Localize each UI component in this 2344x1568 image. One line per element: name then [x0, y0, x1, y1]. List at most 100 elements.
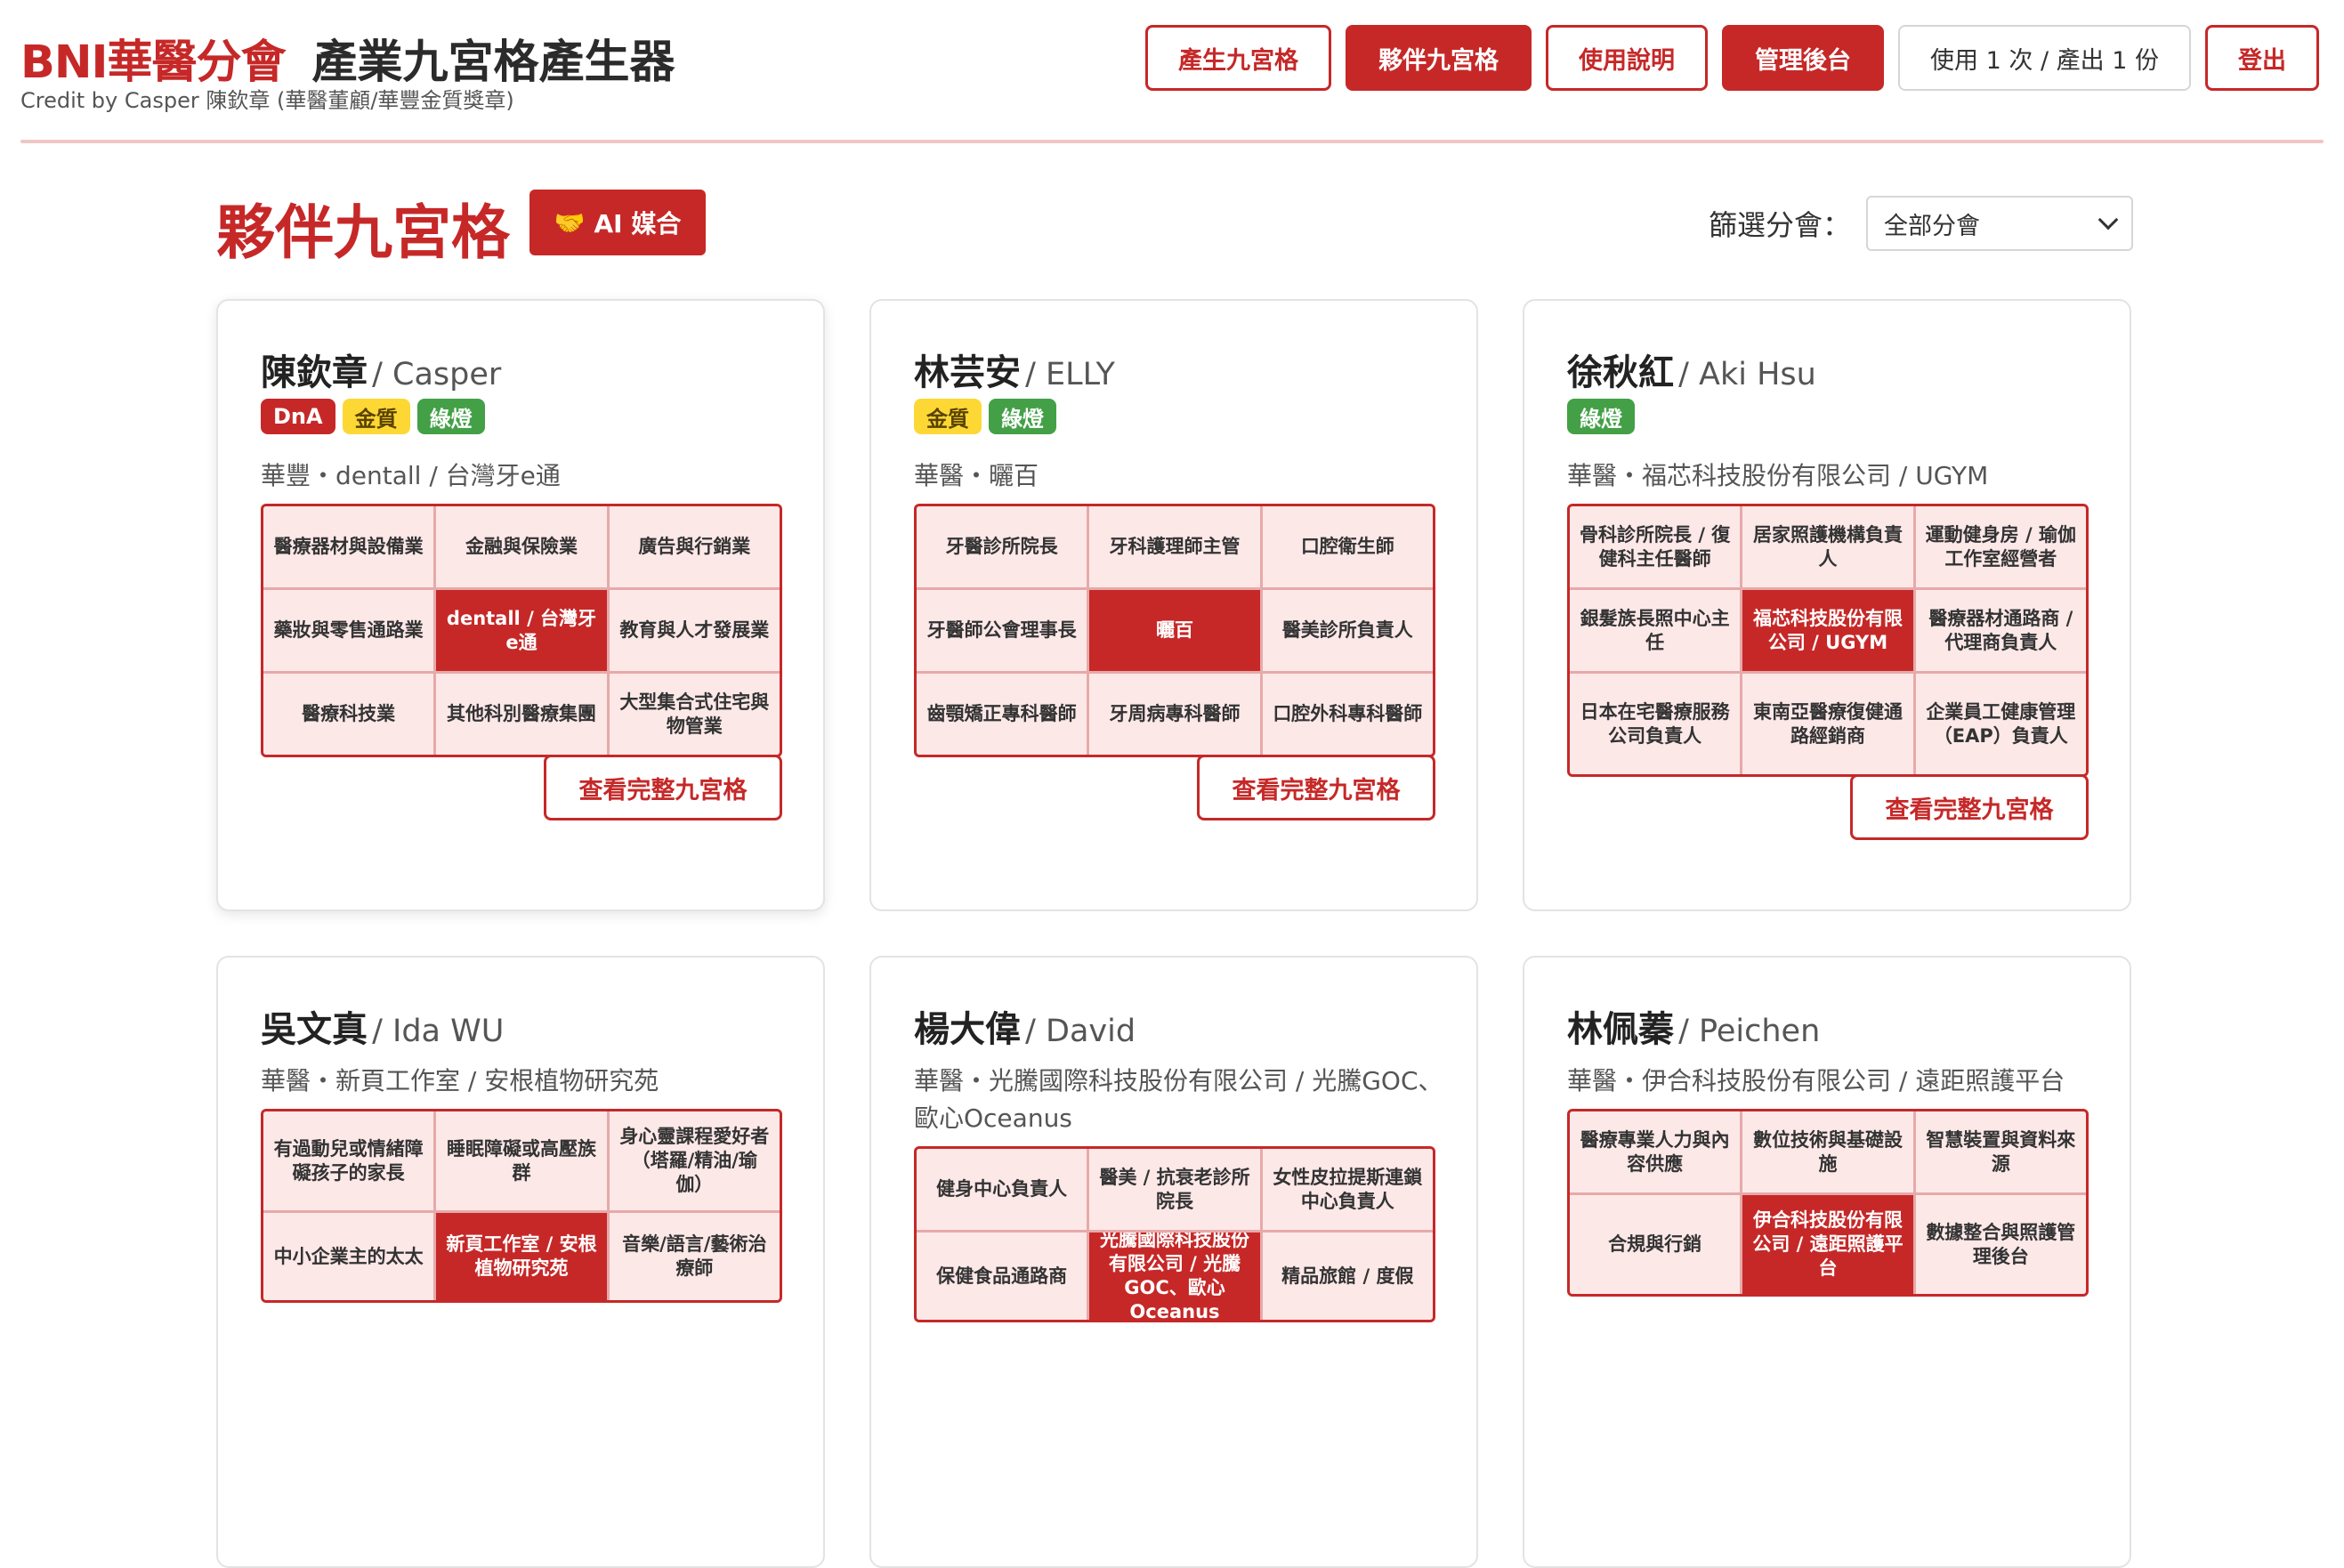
name-zh: 林佩蓁	[1567, 1009, 1674, 1050]
grid-cell: 骨科診所院長 / 復健科主任醫師	[1570, 506, 1741, 587]
grid-cell: 女性皮拉提斯連鎖中心負責人	[1262, 1149, 1433, 1230]
grid-cell: 醫美診所負責人	[1262, 590, 1433, 671]
partner-name: 楊大偉 / David	[914, 1000, 1136, 1052]
chapter-filter-select[interactable]: 全部分會	[1866, 196, 2133, 251]
grid-cell: 醫美 / 抗衰老診所院長	[1089, 1149, 1260, 1230]
name-en: / ELLY	[1025, 357, 1115, 392]
nine-grid: 醫療器材與設備業 金融與保險業 廣告與行銷業 藥妝與零售通路業 dentall …	[261, 504, 782, 757]
badge-row: 金質 綠燈	[914, 399, 1056, 434]
grid-cell: 大型集合式住宅與物管業	[609, 674, 780, 755]
grid-cell: 音樂/語言/藝術治療師	[609, 1213, 780, 1300]
grid-cell: 智慧裝置與資料來源	[1915, 1111, 2086, 1192]
name-en: / Ida WU	[372, 1014, 505, 1049]
affiliation: 華醫・曬百	[914, 461, 1039, 490]
name-zh: 吳文真	[261, 1009, 368, 1050]
badge-row: 綠燈	[1567, 399, 1635, 434]
grid-cell: 醫療器材與設備業	[263, 506, 434, 587]
brand-name[interactable]: BNI華醫分會	[20, 36, 287, 89]
grid-center-cell: 新頁工作室 / 安根植物研究苑	[436, 1213, 607, 1300]
badge-gold: 金質	[342, 399, 410, 434]
partner-grid-button[interactable]: 夥伴九宮格	[1346, 25, 1532, 91]
grid-cell: 企業員工健康管理（EAP）負責人	[1915, 674, 2086, 774]
name-zh: 林芸安	[914, 352, 1021, 393]
partner-card: 吳文真 / Ida WU 華醫・新頁工作室 / 安根植物研究苑 有過動兒或情緒障…	[216, 956, 825, 1568]
grid-cell: 醫療器材通路商 / 代理商負責人	[1915, 590, 2086, 671]
header-divider	[20, 140, 2324, 143]
grid-cell: 保健食品通路商	[917, 1233, 1087, 1320]
nine-grid: 牙醫診所院長 牙科護理師主管 口腔衛生師 牙醫師公會理事長 曬百 醫美診所負責人…	[914, 504, 1435, 757]
badge-gold: 金質	[914, 399, 982, 434]
partner-name: 徐秋紅 / Aki Hsu	[1567, 344, 1816, 395]
grid-cell: 銀髮族長照中心主任	[1570, 590, 1741, 671]
name-zh: 陳欽章	[261, 352, 368, 393]
partner-card: 楊大偉 / David 華醫・光騰國際科技股份有限公司 / 光騰GOC、歐心Oc…	[869, 956, 1478, 1568]
nine-grid: 骨科診所院長 / 復健科主任醫師 居家照護機構負責人 運動健身房 / 瑜伽工作室…	[1567, 504, 2089, 777]
grid-center-cell: 福芯科技股份有限公司 / UGYM	[1742, 590, 1913, 671]
partner-card: 林芸安 / ELLY 金質 綠燈 華醫・曬百 牙醫診所院長 牙科護理師主管 口腔…	[869, 299, 1478, 911]
partner-card: 徐秋紅 / Aki Hsu 綠燈 華醫・福芯科技股份有限公司 / UGYM 骨科…	[1523, 299, 2131, 911]
view-full-grid-button[interactable]: 查看完整九宮格	[1197, 755, 1435, 820]
ai-match-button[interactable]: 🤝 AI 媒合	[529, 190, 706, 255]
app-title: 產業九宮格產生器	[311, 36, 675, 89]
name-en: / Peichen	[1678, 1014, 1821, 1049]
partner-name: 吳文真 / Ida WU	[261, 1000, 504, 1052]
grid-center-cell: 伊合科技股份有限公司 / 遠距照護平台	[1742, 1195, 1913, 1294]
credit-line: Credit by Casper 陳欽章 (華醫董顧/華豐金質獎章)	[20, 88, 514, 113]
badge-green-light: 綠燈	[989, 399, 1056, 434]
view-full-grid-button[interactable]: 查看完整九宮格	[1850, 774, 2089, 840]
app-header: BNI華醫分會 產業九宮格產生器 Credit by Casper 陳欽章 (華醫…	[0, 0, 2344, 147]
grid-cell: 牙周病專科醫師	[1089, 674, 1260, 755]
grid-cell: 金融與保險業	[436, 506, 607, 587]
grid-cell: 口腔衛生師	[1262, 506, 1433, 587]
admin-button[interactable]: 管理後台	[1722, 25, 1885, 91]
grid-cell: 藥妝與零售通路業	[263, 590, 434, 671]
grid-cell: 醫療科技業	[263, 674, 434, 755]
partner-card: 林佩蓁 / Peichen 華醫・伊合科技股份有限公司 / 遠距照護平台 醫療專…	[1523, 956, 2131, 1568]
grid-cell: 有過動兒或情緒障礙孩子的家長	[263, 1111, 434, 1210]
affiliation: 華醫・福芯科技股份有限公司 / UGYM	[1567, 461, 1989, 490]
grid-cell: 教育與人才發展業	[609, 590, 780, 671]
grid-cell: 健身中心負責人	[917, 1149, 1087, 1230]
view-full-grid-button[interactable]: 查看完整九宮格	[544, 755, 782, 820]
badge-green-light: 綠燈	[1567, 399, 1635, 434]
name-zh: 楊大偉	[914, 1009, 1021, 1050]
grid-cell: 數據整合與照護管理後台	[1915, 1195, 2086, 1294]
grid-cell: 日本在宅醫療服務公司負責人	[1570, 674, 1741, 774]
filter-value: 全部分會	[1884, 212, 1980, 240]
affiliation: 華醫・伊合科技股份有限公司 / 遠距照護平台	[1567, 1066, 2065, 1095]
grid-cell: 醫療專業人力與內容供應	[1570, 1111, 1741, 1192]
partner-name: 陳欽章 / Casper	[261, 344, 501, 395]
grid-cell: 牙醫師公會理事長	[917, 590, 1087, 671]
grid-cell: 齒顎矯正專科醫師	[917, 674, 1087, 755]
nine-grid: 健身中心負責人 醫美 / 抗衰老診所院長 女性皮拉提斯連鎖中心負責人 保健食品通…	[914, 1146, 1435, 1322]
grid-center-cell: 曬百	[1089, 590, 1260, 671]
affiliation: 華豐・dentall / 台灣牙e通	[261, 461, 561, 490]
badge-row: DnA 金質 綠燈	[261, 399, 485, 434]
top-nav: 產生九宮格 夥伴九宮格 使用說明 管理後台 使用 1 次 / 產出 1 份 登出	[1145, 25, 2319, 91]
generate-grid-button[interactable]: 產生九宮格	[1145, 25, 1332, 91]
name-en: / Casper	[372, 357, 502, 392]
affiliation: 華醫・光騰國際科技股份有限公司 / 光騰GOC、歐心Oceanus	[914, 1066, 1443, 1133]
usage-counter: 使用 1 次 / 產出 1 份	[1898, 25, 2191, 91]
partner-name: 林佩蓁 / Peichen	[1567, 1000, 1820, 1052]
badge-dna: DnA	[261, 399, 335, 434]
grid-cell: 精品旅館 / 度假	[1262, 1233, 1433, 1320]
logout-button[interactable]: 登出	[2205, 25, 2319, 91]
nine-grid: 有過動兒或情緒障礙孩子的家長 睡眠障礙或高壓族群 身心靈課程愛好者（塔羅/精油/…	[261, 1109, 782, 1303]
grid-cell: 牙科護理師主管	[1089, 506, 1260, 587]
grid-cell: 牙醫診所院長	[917, 506, 1087, 587]
name-zh: 徐秋紅	[1567, 352, 1674, 393]
instructions-button[interactable]: 使用說明	[1546, 25, 1709, 91]
grid-cell: 身心靈課程愛好者（塔羅/精油/瑜伽）	[609, 1111, 780, 1210]
nine-grid: 醫療專業人力與內容供應 數位技術與基礎設施 智慧裝置與資料來源 合規與行銷 伊合…	[1567, 1109, 2089, 1297]
chevron-down-icon	[2097, 209, 2119, 230]
handshake-icon: 🤝	[554, 207, 586, 238]
grid-cell: 數位技術與基礎設施	[1742, 1111, 1913, 1192]
affiliation: 華醫・新頁工作室 / 安根植物研究苑	[261, 1066, 659, 1095]
grid-cell: 其他科別醫療集團	[436, 674, 607, 755]
badge-green-light: 綠燈	[416, 399, 485, 434]
grid-center-cell: dentall / 台灣牙e通	[436, 590, 607, 671]
grid-cell: 中小企業主的太太	[263, 1213, 434, 1300]
name-en: / David	[1025, 1014, 1136, 1049]
partner-name: 林芸安 / ELLY	[914, 344, 1115, 395]
